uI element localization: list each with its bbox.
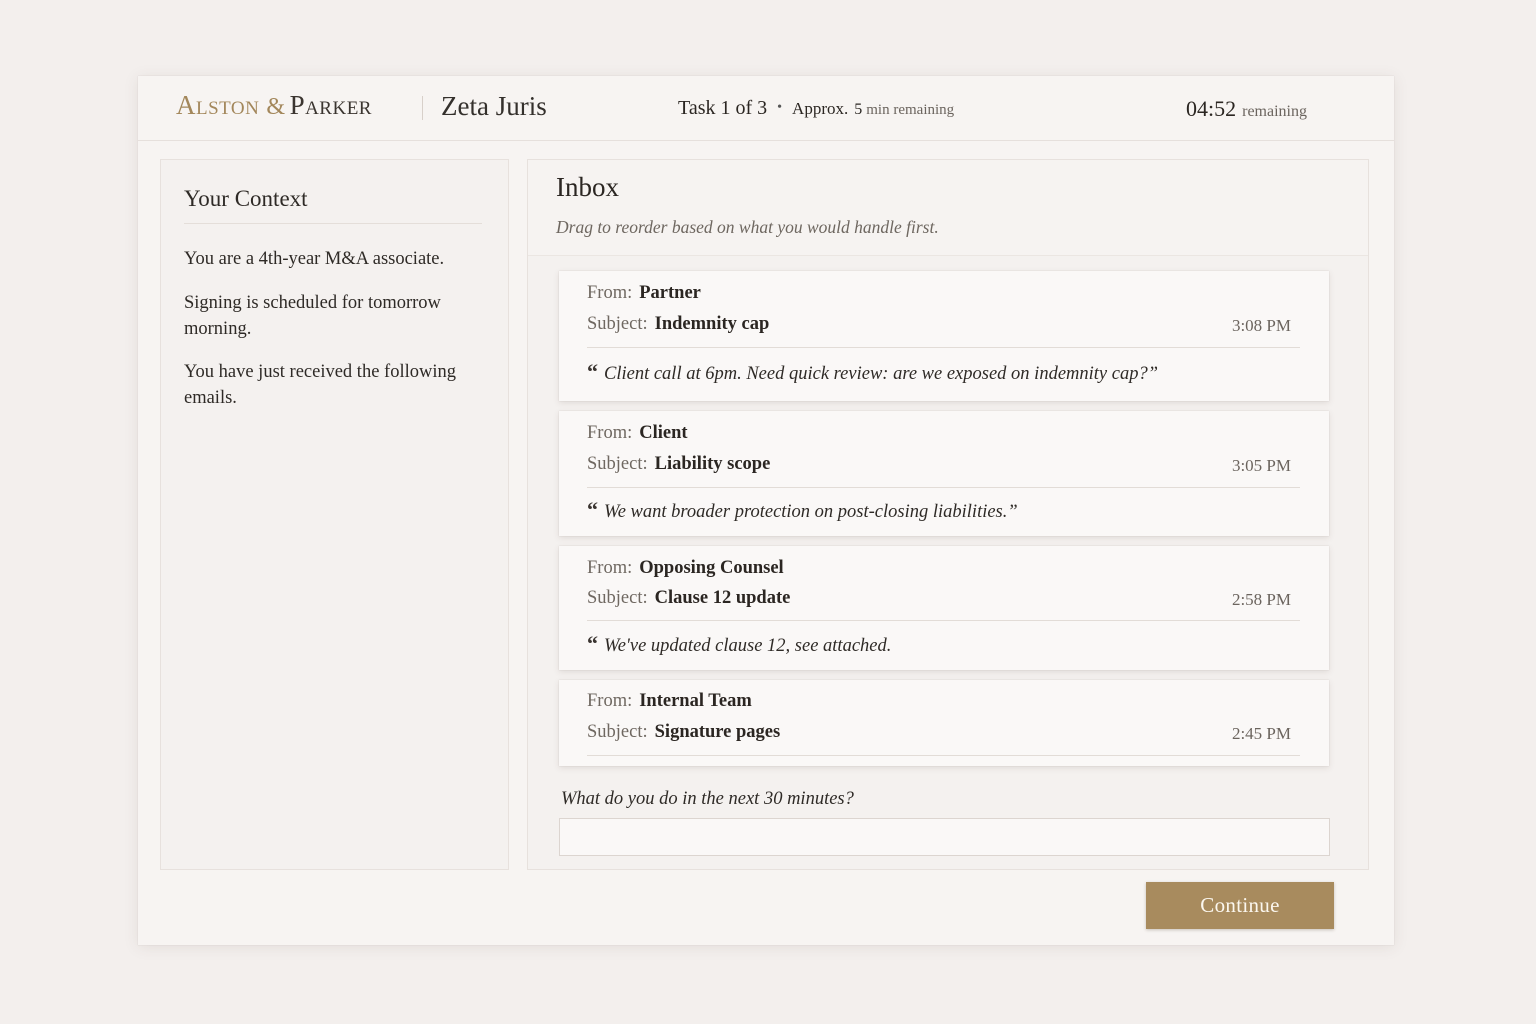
email-card-internal-team[interactable]: From: Internal Team Subject: Signature p…: [559, 680, 1329, 766]
email-card-partner[interactable]: From: Partner Subject: Indemnity cap 3:0…: [559, 271, 1329, 401]
brand-ampersand: &: [266, 94, 286, 120]
context-title: Your Context: [184, 186, 308, 211]
email-card-client[interactable]: From: Client Subject: Liability scope 3:…: [559, 411, 1329, 536]
email-divider: [587, 347, 1300, 348]
email-preview: “ We want broader protection on post-clo…: [587, 497, 1018, 523]
timer-label: remaining: [1242, 103, 1307, 120]
task-progress: Task 1 of 3 • Approx. 5 min remaining: [678, 97, 954, 120]
context-line: You have just received the following ema…: [184, 362, 456, 408]
context-line: You are a 4th-year M&A associate.: [184, 249, 445, 269]
subject-value: Liability scope: [654, 454, 771, 474]
email-from: From: Internal Team: [587, 691, 752, 712]
email-time: 2:58 PM: [1231, 590, 1291, 609]
product-name: Zeta Juris: [441, 91, 547, 121]
subject-value: Signature pages: [654, 722, 781, 742]
email-card-opposing-counsel[interactable]: From: Opposing Counsel Subject: Clause 1…: [559, 546, 1329, 670]
from-label: From:: [587, 283, 633, 303]
quote-mark: “: [587, 359, 598, 384]
subject-value: Indemnity cap: [654, 314, 770, 334]
email-preview: “ We've updated clause 12, see attached.: [587, 631, 891, 657]
email-divider: [587, 620, 1300, 621]
continue-button[interactable]: Continue: [1146, 882, 1334, 929]
app-window: Alston & Parker Zeta Juris Task 1 of 3 •…: [138, 76, 1394, 945]
inbox-title: Inbox: [556, 172, 619, 202]
inbox-header: Inbox Drag to reorder based on what you …: [528, 160, 1368, 256]
from-value: Opposing Counsel: [639, 558, 784, 578]
subject-label: Subject:: [587, 454, 648, 474]
from-value: Internal Team: [639, 691, 752, 711]
context-panel: Your Context You are a 4th-year M&A asso…: [160, 159, 509, 870]
email-subject: Subject: Indemnity cap: [587, 314, 769, 335]
email-from: From: Partner: [587, 283, 701, 304]
email-from: From: Client: [587, 423, 688, 444]
email-time: 2:45 PM: [1231, 724, 1291, 743]
email-preview-text: We want broader protection on post-closi…: [604, 502, 1018, 522]
quote-mark: “: [587, 497, 598, 522]
email-subject: Subject: Signature pages: [587, 722, 780, 743]
header-bar: Alston & Parker Zeta Juris Task 1 of 3 •…: [138, 76, 1394, 141]
email-divider: [587, 487, 1300, 488]
approx-minutes: 5: [854, 101, 863, 118]
email-divider: [587, 755, 1300, 756]
context-divider: [184, 223, 482, 224]
brand-first-word: Alston: [176, 90, 260, 120]
from-label: From:: [587, 691, 633, 711]
email-time: 3:08 PM: [1231, 316, 1291, 335]
from-label: From:: [587, 423, 633, 443]
inbox-hint: Drag to reorder based on what you would …: [556, 217, 939, 237]
approx-label: Approx.: [792, 99, 849, 118]
subject-label: Subject:: [587, 722, 648, 742]
from-value: Partner: [639, 283, 701, 303]
approx-unit: min remaining: [866, 102, 955, 118]
brand-logo: Alston & Parker: [176, 90, 372, 124]
inbox-panel: Inbox Drag to reorder based on what you …: [527, 159, 1369, 870]
email-subject: Subject: Clause 12 update: [587, 588, 790, 609]
email-preview-text: Client call at 6pm. Need quick review: a…: [604, 364, 1159, 384]
email-from: From: Opposing Counsel: [587, 558, 784, 579]
timer-value: 04:52: [1186, 96, 1237, 121]
email-preview-text: We've updated clause 12, see attached.: [604, 636, 892, 656]
context-line: Signing is scheduled for tomorrow mornin…: [184, 293, 441, 339]
subject-label: Subject:: [587, 314, 648, 334]
countdown-timer: 04:52 remaining: [1186, 96, 1307, 122]
email-time: 3:05 PM: [1231, 456, 1291, 475]
from-label: From:: [587, 558, 633, 578]
response-question: What do you do in the next 30 minutes?: [561, 789, 854, 809]
task-counter: Task 1 of 3: [678, 97, 768, 119]
brand-second-word: Parker: [289, 90, 372, 120]
subject-label: Subject:: [587, 588, 648, 608]
from-value: Client: [639, 423, 688, 443]
email-preview: “ Client call at 6pm. Need quick review:…: [587, 359, 1158, 385]
quote-mark: “: [587, 631, 598, 656]
response-input[interactable]: [559, 818, 1330, 856]
subject-value: Clause 12 update: [654, 588, 791, 608]
separator-dot: •: [777, 100, 783, 115]
email-subject: Subject: Liability scope: [587, 454, 770, 475]
brand-divider: [422, 96, 423, 120]
